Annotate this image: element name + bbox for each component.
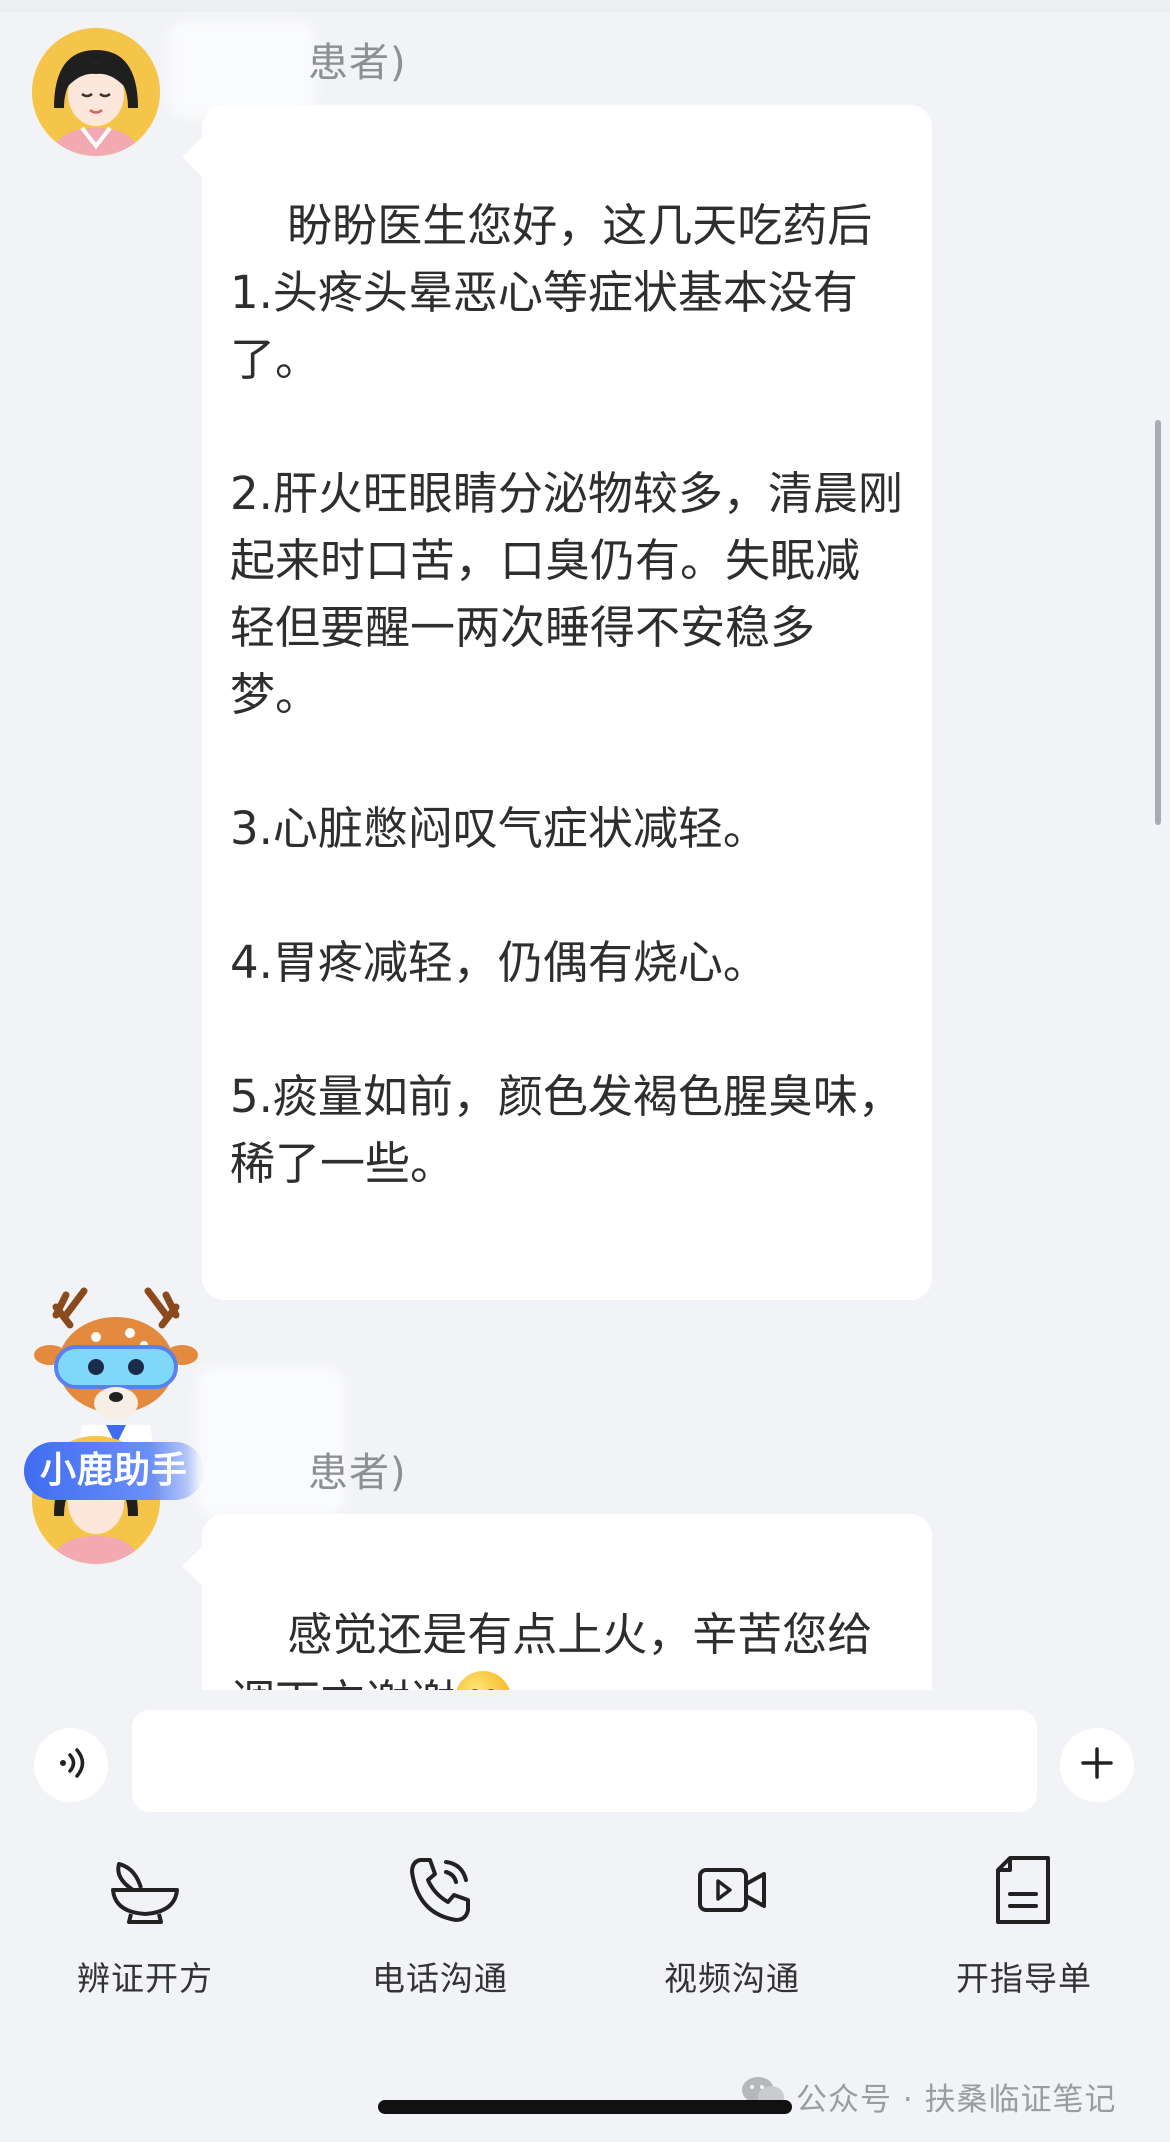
bubble-tail bbox=[182, 137, 222, 177]
action-label: 视频沟通 bbox=[664, 1959, 800, 1998]
video-camera-icon bbox=[698, 1868, 766, 1912]
action-label: 开指导单 bbox=[956, 1959, 1092, 1998]
sender-name: 患者) bbox=[308, 40, 407, 86]
assistant-badge[interactable]: 小鹿助手 bbox=[24, 1442, 205, 1500]
message-bubble[interactable]: 感觉还是有点上火，辛苦您给调下方谢谢 bbox=[182, 1514, 932, 1690]
action-label: 电话沟通 bbox=[372, 1959, 508, 1998]
message-input[interactable] bbox=[132, 1710, 1037, 1812]
sender-name: 患者) bbox=[308, 1450, 407, 1496]
plus-icon bbox=[1077, 1743, 1117, 1787]
home-indicator[interactable] bbox=[378, 2100, 792, 2114]
message-text: 盼盼医生您好，这几天吃药后 1.头疼头晕恶心等症状基本没有了。 2.肝火旺眼睛分… bbox=[230, 199, 903, 1190]
more-button[interactable] bbox=[1060, 1728, 1134, 1802]
scrollbar[interactable] bbox=[1155, 420, 1161, 825]
action-video[interactable]: 视频沟通 bbox=[622, 1850, 842, 2000]
chat-area[interactable]: 患者) 盼盼医生您好，这几天吃药后 1.头疼头晕恶心等症状基本没有了。 2.肝火… bbox=[0, 0, 1170, 1690]
quick-actions: 辨证开方 电话沟通 视频沟通 开指导单 bbox=[0, 1850, 1170, 2000]
action-prescribe[interactable]: 辨证开方 bbox=[35, 1850, 255, 2000]
top-divider bbox=[0, 0, 1170, 12]
bubble-tail bbox=[182, 1546, 222, 1586]
composer-bar bbox=[0, 1690, 1170, 1840]
message-bubble[interactable]: 盼盼医生您好，这几天吃药后 1.头疼头晕恶心等症状基本没有了。 2.肝火旺眼睛分… bbox=[182, 105, 932, 1300]
action-phone[interactable]: 电话沟通 bbox=[330, 1850, 550, 2000]
patient-avatar[interactable] bbox=[32, 28, 160, 156]
smiling-face-icon bbox=[455, 1671, 512, 1690]
sender-name-blur bbox=[168, 20, 316, 118]
watermark: 公众号 · 扶桑临证笔记 bbox=[740, 2074, 1117, 2119]
message-text: 感觉还是有点上火，辛苦您给调下方谢谢 bbox=[230, 1608, 873, 1690]
action-label: 辨证开方 bbox=[77, 1959, 213, 1998]
phone-icon bbox=[410, 1858, 470, 1922]
voice-input-button[interactable] bbox=[34, 1728, 108, 1802]
voice-icon bbox=[51, 1743, 91, 1787]
watermark-text: 公众号 · 扶桑临证笔记 bbox=[796, 2082, 1117, 2118]
action-guide[interactable]: 开指导单 bbox=[914, 1850, 1134, 2000]
document-icon bbox=[996, 1856, 1050, 1924]
herb-bowl-icon bbox=[111, 1862, 179, 1924]
